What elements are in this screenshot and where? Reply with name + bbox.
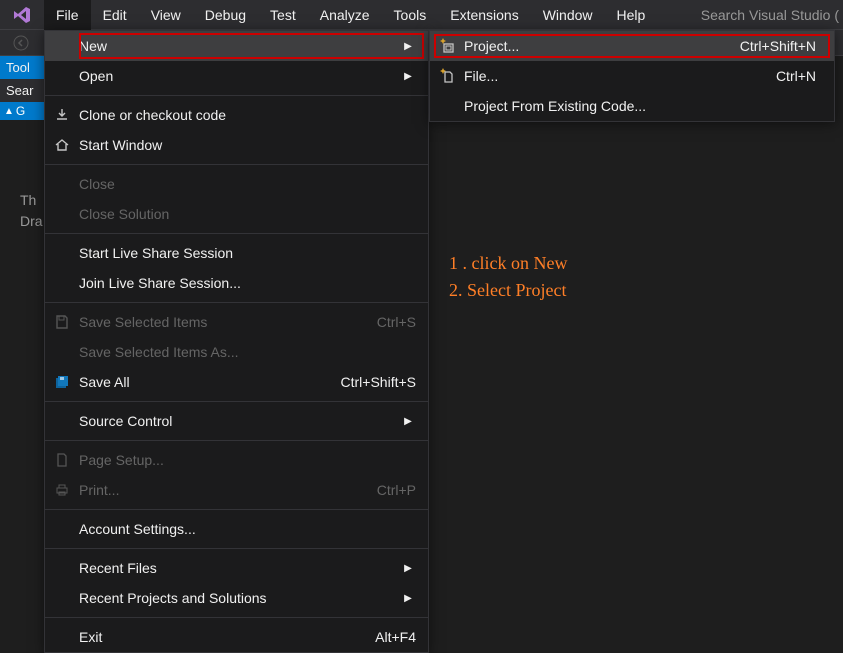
file-menu-item-label: Print... [79,482,377,498]
new-submenu-item-shortcut: Ctrl+Shift+N [740,38,816,54]
new-file-icon [430,68,464,84]
file-menu-dropdown: New▶Open▶Clone or checkout codeStart Win… [44,30,429,653]
new-submenu-item-label: Project... [464,38,740,54]
sidebar-tab-toolbox[interactable]: Tool [0,56,44,79]
file-menu-item-clone-or-checkout-code[interactable]: Clone or checkout code [45,100,428,130]
file-menu-item-open[interactable]: Open▶ [45,61,428,91]
file-menu-item-label: Account Settings... [79,521,416,537]
new-submenu-item-label: Project From Existing Code... [464,98,816,114]
file-menu-item-save-selected-items: Save Selected ItemsCtrl+S [45,307,428,337]
file-menu-item-label: Recent Projects and Solutions [79,590,400,606]
menu-item-help[interactable]: Help [605,0,658,30]
sidebar-tab-search[interactable]: Sear [0,79,44,102]
vs-logo-icon [0,5,44,25]
file-menu-item-label: Start Live Share Session [79,245,416,261]
new-submenu-item-project[interactable]: Project...Ctrl+Shift+N [430,31,834,61]
download-icon [45,107,79,123]
file-menu-item-separator [45,233,428,234]
file-menu-item-separator [45,440,428,441]
file-menu-item-separator [45,617,428,618]
file-menu-item-start-window[interactable]: Start Window [45,130,428,160]
save-all-icon [45,374,79,390]
print-icon [45,482,79,498]
new-submenu-item-file[interactable]: File...Ctrl+N [430,61,834,91]
file-menu-item-separator [45,302,428,303]
new-submenu-item-project-from-existing-code[interactable]: Project From Existing Code... [430,91,834,121]
file-menu-item-shortcut: Ctrl+Shift+S [341,374,416,390]
annotation-text: 1 . click on New 2. Select Project [449,250,567,304]
back-icon[interactable] [9,31,33,55]
home-icon [45,137,79,153]
sidebar-getstarted[interactable]: ▲G [0,102,44,120]
chevron-right-icon: ▶ [400,71,416,82]
menu-item-edit[interactable]: Edit [91,0,139,30]
file-menu-item-label: Exit [79,629,375,645]
file-menu-item-exit[interactable]: ExitAlt+F4 [45,622,428,652]
file-menu-item-recent-projects-and-solutions[interactable]: Recent Projects and Solutions▶ [45,583,428,613]
menu-item-view[interactable]: View [139,0,193,30]
file-menu-item-label: Save Selected Items [79,314,377,330]
menu-item-extensions[interactable]: Extensions [438,0,530,30]
file-menu-item-label: New [79,38,400,54]
file-menu-item-account-settings[interactable]: Account Settings... [45,514,428,544]
chevron-right-icon: ▶ [400,41,416,52]
menubar: FileEditViewDebugTestAnalyzeToolsExtensi… [0,0,843,30]
file-menu-item-close-solution: Close Solution [45,199,428,229]
file-menu-item-separator [45,95,428,96]
file-menu-item-source-control[interactable]: Source Control▶ [45,406,428,436]
file-menu-item-separator [45,164,428,165]
file-menu-item-label: Clone or checkout code [79,107,416,123]
new-submenu-item-label: File... [464,68,776,84]
save-icon [45,314,79,330]
menu-item-analyze[interactable]: Analyze [308,0,382,30]
menu-item-tools[interactable]: Tools [382,0,439,30]
menu-item-file[interactable]: File [44,0,91,30]
page-icon [45,452,79,468]
chevron-right-icon: ▶ [400,563,416,574]
file-menu-item-join-live-share-session[interactable]: Join Live Share Session... [45,268,428,298]
search-input[interactable]: Search Visual Studio ( [701,0,843,30]
chevron-right-icon: ▶ [400,593,416,604]
file-menu-item-separator [45,401,428,402]
file-menu-item-label: Close Solution [79,206,416,222]
file-menu-item-separator [45,509,428,510]
new-submenu: Project...Ctrl+Shift+NFile...Ctrl+NProje… [429,30,835,122]
file-menu-item-save-all[interactable]: Save AllCtrl+Shift+S [45,367,428,397]
menu-item-debug[interactable]: Debug [193,0,258,30]
file-menu-item-close: Close [45,169,428,199]
left-panel: Tool Sear ▲G [0,56,44,120]
new-submenu-item-shortcut: Ctrl+N [776,68,816,84]
file-menu-item-page-setup: Page Setup... [45,445,428,475]
file-menu-item-label: Recent Files [79,560,400,576]
file-menu-item-shortcut: Ctrl+S [377,314,416,330]
file-menu-item-separator [45,548,428,549]
file-menu-item-print: Print...Ctrl+P [45,475,428,505]
file-menu-item-label: Start Window [79,137,416,153]
file-menu-item-shortcut: Ctrl+P [377,482,416,498]
file-menu-item-label: Save All [79,374,341,390]
file-menu-item-start-live-share-session[interactable]: Start Live Share Session [45,238,428,268]
menu-item-test[interactable]: Test [258,0,308,30]
sidebar-g-label: G [16,104,25,118]
menu-item-window[interactable]: Window [531,0,605,30]
file-menu-item-label: Open [79,68,400,84]
file-menu-item-label: Join Live Share Session... [79,275,416,291]
file-menu-item-label: Page Setup... [79,452,416,468]
file-menu-item-label: Close [79,176,416,192]
canvas-hint: Th Dra [20,190,43,232]
file-menu-item-save-selected-items-as: Save Selected Items As... [45,337,428,367]
file-menu-item-label: Source Control [79,413,400,429]
menu-items: FileEditViewDebugTestAnalyzeToolsExtensi… [44,0,657,30]
file-menu-item-shortcut: Alt+F4 [375,629,416,645]
chevron-right-icon: ▶ [400,416,416,427]
file-menu-item-label: Save Selected Items As... [79,344,416,360]
file-menu-item-new[interactable]: New▶ [45,31,428,61]
new-project-icon [430,38,464,54]
file-menu-item-recent-files[interactable]: Recent Files▶ [45,553,428,583]
